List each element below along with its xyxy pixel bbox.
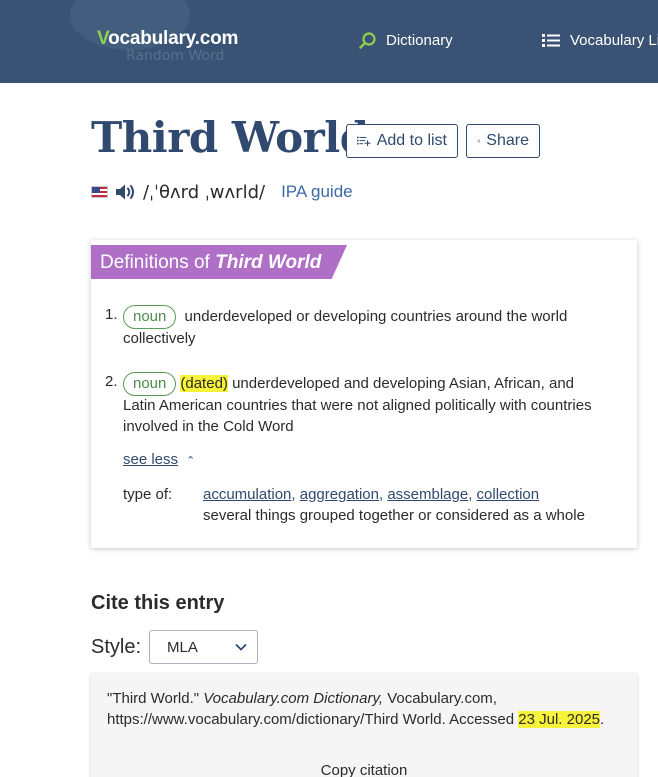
word-title: Third World <box>91 113 369 162</box>
citation-access-date: 23 Jul. 2025 <box>518 710 601 728</box>
type-of-link-collection[interactable]: collection <box>477 486 540 503</box>
site-header: Random Word Vocabulary.com Dictionary Vo… <box>0 0 658 83</box>
chevron-down-icon <box>235 643 247 651</box>
speaker-icon[interactable] <box>115 183 137 201</box>
see-less-label: see less <box>123 451 179 468</box>
ipa-guide-link[interactable]: IPA guide <box>281 182 353 202</box>
nav-dictionary[interactable]: Dictionary <box>359 32 453 49</box>
type-of-link-accumulation[interactable]: accumulation <box>203 486 291 503</box>
definition-number: 1. <box>105 306 118 323</box>
pronunciation-row: /ˌˈθʌrd ˌwʌrld/ IPA guide <box>91 180 353 204</box>
share-icon <box>477 139 481 143</box>
definition-text: underdeveloped or developing countries a… <box>123 308 568 347</box>
see-less-toggle[interactable]: see less ⌃ <box>123 451 195 468</box>
share-button[interactable]: Share <box>466 124 540 158</box>
type-of-label: type of: <box>123 486 173 503</box>
citation-box: "Third World." Vocabulary.com Dictionary… <box>91 674 637 777</box>
type-of-links: accumulation, aggregation, assemblage, c… <box>203 486 540 503</box>
definition-number: 2. <box>105 373 118 390</box>
usage-label-dated: (dated) <box>180 375 228 392</box>
definitions-banner-word: Third World <box>215 252 322 273</box>
nav-dictionary-label: Dictionary <box>386 32 453 49</box>
citation-text: "Third World." Vocabulary.com Dictionary… <box>107 690 605 728</box>
add-to-list-button[interactable]: Add to list <box>346 124 458 158</box>
search-icon <box>359 32 376 49</box>
definition-item: 1. noun underdeveloped or developing cou… <box>105 305 605 350</box>
share-label: Share <box>486 132 529 149</box>
us-flag-icon <box>91 186 108 198</box>
logo-check-mark: V <box>97 28 109 49</box>
definitions-banner-prefix: Definitions of <box>100 252 216 273</box>
add-to-list-icon <box>357 136 371 146</box>
part-of-speech-badge[interactable]: noun <box>123 305 177 329</box>
citation-style-value: MLA <box>167 638 198 656</box>
nav-vocabulary-lists[interactable]: Vocabulary Lis <box>542 32 658 49</box>
definition-item: 2. noun (dated) underdeveloped and develo… <box>105 372 605 437</box>
list-icon <box>542 34 560 47</box>
chevron-up-icon: ⌃ <box>186 455 196 467</box>
definitions-card: Definitions of Third World 1. noun under… <box>91 240 637 548</box>
definitions-banner: Definitions of Third World <box>91 245 347 279</box>
type-of-definition: several things grouped together or consi… <box>203 507 585 524</box>
nav-vocabulary-lists-label: Vocabulary Lis <box>570 32 658 49</box>
logo-text: ocabulary.com <box>108 28 239 49</box>
style-label: Style: <box>91 636 142 658</box>
copy-citation-button[interactable]: Copy citation <box>91 762 637 777</box>
type-of-link-assemblage[interactable]: assemblage <box>387 486 468 503</box>
add-to-list-label: Add to list <box>376 132 447 149</box>
site-logo[interactable]: Vocabulary.com <box>97 28 238 50</box>
part-of-speech-badge[interactable]: noun <box>123 372 177 396</box>
type-of-link-aggregation[interactable]: aggregation <box>300 486 379 503</box>
random-word-ghost-text: Random Word <box>126 48 225 64</box>
cite-section-title: Cite this entry <box>91 592 225 614</box>
citation-style-select[interactable]: MLA <box>149 630 258 664</box>
ipa-transcription: /ˌˈθʌrd ˌwʌrld/ <box>143 181 266 203</box>
